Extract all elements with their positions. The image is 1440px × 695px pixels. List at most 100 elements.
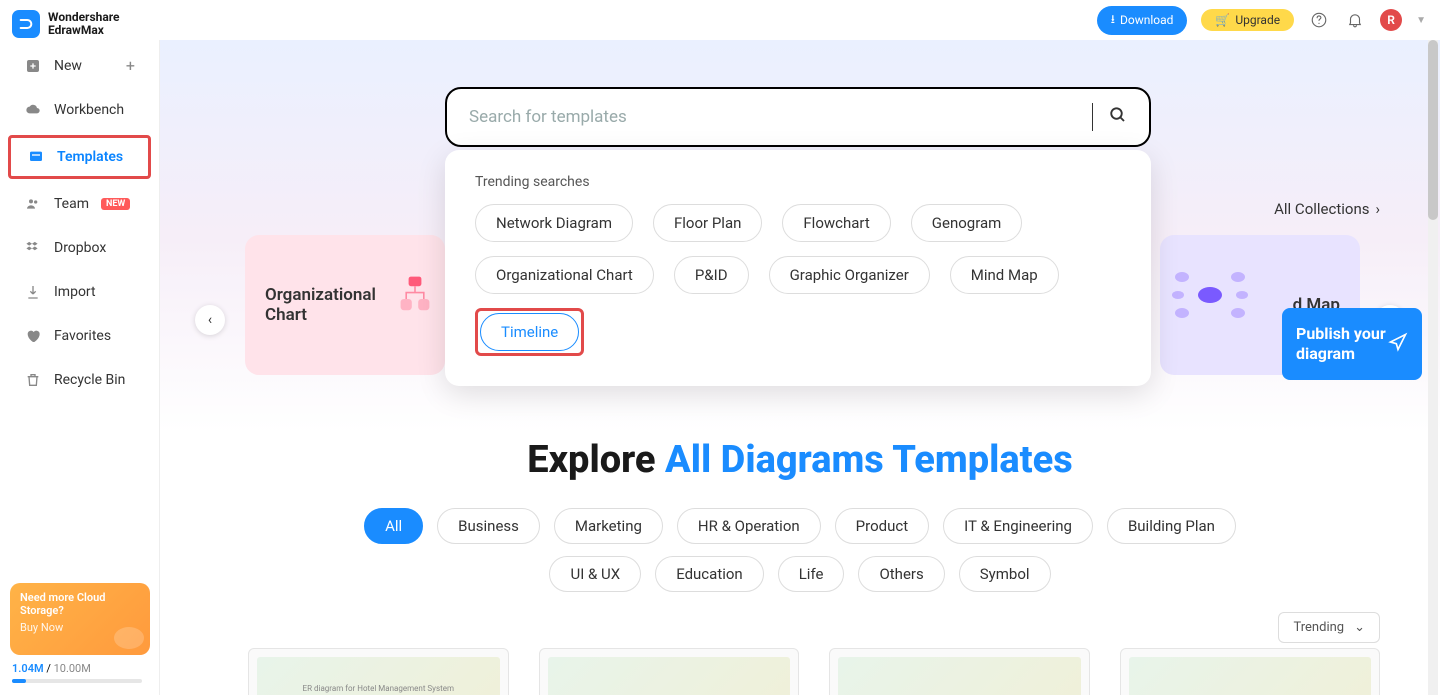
cat-product[interactable]: Product xyxy=(835,508,929,544)
category-chips: All Business Marketing HR & Operation Pr… xyxy=(160,508,1440,592)
trash-icon xyxy=(24,371,42,389)
vip-icon xyxy=(114,627,144,649)
plus-square-icon xyxy=(24,57,42,75)
chip-timeline[interactable]: Timeline xyxy=(480,313,579,351)
cat-building-plan[interactable]: Building Plan xyxy=(1107,508,1236,544)
promo-card[interactable]: Need more Cloud Storage? Buy Now xyxy=(10,583,150,655)
chip-graphic-organizer[interactable]: Graphic Organizer xyxy=(769,256,930,294)
sidebar-item-team[interactable]: Team NEW xyxy=(8,185,151,223)
sidebar-item-label: Recycle Bin xyxy=(54,372,125,388)
chip-pid[interactable]: P&ID xyxy=(674,256,749,294)
chevron-down-icon: ⌄ xyxy=(1354,620,1365,635)
template-caption: ER diagram for Hotel Management System xyxy=(257,657,500,695)
publish-button[interactable]: Publish your diagram xyxy=(1282,308,1422,380)
search-icon[interactable] xyxy=(1109,106,1127,128)
cat-ui-ux[interactable]: UI & UX xyxy=(549,556,641,592)
cat-all[interactable]: All xyxy=(364,508,423,544)
add-icon[interactable]: + xyxy=(126,56,135,75)
sidebar-item-label: Workbench xyxy=(54,102,124,118)
explore-title: Explore All Diagrams Templates xyxy=(160,438,1440,482)
cat-education[interactable]: Education xyxy=(655,556,764,592)
mind-map-icon xyxy=(1170,265,1250,325)
chip-organizational-chart[interactable]: Organizational Chart xyxy=(475,256,654,294)
sidebar-item-new[interactable]: New + xyxy=(8,46,151,85)
cat-symbol[interactable]: Symbol xyxy=(959,556,1051,592)
download-icon: ⭳ xyxy=(1111,10,1115,31)
sidebar-item-label: Dropbox xyxy=(54,240,106,256)
dropbox-icon xyxy=(24,239,42,257)
all-collections-link[interactable]: All Collections › xyxy=(1274,200,1380,218)
storage-bar xyxy=(12,679,142,683)
bell-icon[interactable] xyxy=(1344,9,1366,31)
template-caption xyxy=(548,657,791,695)
sidebar-item-recycle[interactable]: Recycle Bin xyxy=(8,361,151,399)
sidebar-item-dropbox[interactable]: Dropbox xyxy=(8,229,151,267)
template-card[interactable] xyxy=(829,648,1090,695)
cat-it-engineering[interactable]: IT & Engineering xyxy=(943,508,1093,544)
logo-icon xyxy=(12,10,40,38)
template-card[interactable] xyxy=(539,648,800,695)
download-button[interactable]: ⭳ Download xyxy=(1097,6,1188,35)
cat-others[interactable]: Others xyxy=(858,556,944,592)
avatar[interactable]: R xyxy=(1380,9,1402,31)
scrollbar[interactable] xyxy=(1428,40,1438,695)
carousel-prev-button[interactable]: ‹ xyxy=(195,305,225,335)
carousel-card-org-chart[interactable]: Organizational Chart xyxy=(245,235,445,375)
search-panel: Trending searches Network Diagram Floor … xyxy=(445,87,1151,386)
sidebar-item-import[interactable]: Import xyxy=(8,273,151,311)
cloud-icon xyxy=(24,101,42,119)
chip-floor-plan[interactable]: Floor Plan xyxy=(653,204,762,242)
promo-title: Need more Cloud Storage? xyxy=(20,591,140,617)
sidebar-item-label: Team xyxy=(54,196,89,212)
scrollbar-thumb[interactable] xyxy=(1428,40,1438,220)
template-caption xyxy=(1129,657,1372,695)
chip-timeline-highlight: Timeline xyxy=(475,308,584,356)
sidebar: New + Workbench Templates Team NEW Dropb… xyxy=(0,40,160,695)
publish-label: Publish your diagram xyxy=(1296,324,1388,364)
cat-marketing[interactable]: Marketing xyxy=(554,508,663,544)
team-icon xyxy=(24,195,42,213)
new-badge: NEW xyxy=(101,198,130,210)
upgrade-button[interactable]: 🛒 Upgrade xyxy=(1201,9,1294,31)
templates-icon xyxy=(27,148,45,166)
divider xyxy=(1092,103,1093,131)
download-label: Download xyxy=(1120,13,1173,27)
cat-hr-operation[interactable]: HR & Operation xyxy=(677,508,821,544)
sidebar-item-templates[interactable]: Templates xyxy=(8,135,151,179)
top-bar: ⭳ Download 🛒 Upgrade R ▼ xyxy=(0,0,1440,40)
org-chart-icon xyxy=(395,275,435,315)
trending-chips: Network Diagram Floor Plan Flowchart Gen… xyxy=(475,204,1121,356)
main-content: All Collections › Organizational Chart d… xyxy=(160,40,1440,695)
chip-network-diagram[interactable]: Network Diagram xyxy=(475,204,633,242)
brand-text: WondershareEdrawMax xyxy=(48,11,120,37)
avatar-caret-icon[interactable]: ▼ xyxy=(1416,15,1426,26)
chip-mind-map[interactable]: Mind Map xyxy=(950,256,1059,294)
sort-label: Trending xyxy=(1293,620,1344,635)
sidebar-item-workbench[interactable]: Workbench xyxy=(8,91,151,129)
storage-used: 1.04M xyxy=(12,662,44,675)
chip-genogram[interactable]: Genogram xyxy=(911,204,1023,242)
heart-icon xyxy=(24,327,42,345)
carousel-label: Organizational Chart xyxy=(265,285,385,325)
cat-business[interactable]: Business xyxy=(437,508,540,544)
search-input[interactable] xyxy=(469,107,1076,127)
search-box[interactable] xyxy=(445,87,1151,147)
storage-meter: 1.04M / 10.00M xyxy=(12,662,142,683)
cat-life[interactable]: Life xyxy=(778,556,845,592)
send-icon xyxy=(1388,332,1408,357)
storage-total: 10.00M xyxy=(54,662,91,675)
sidebar-item-favorites[interactable]: Favorites xyxy=(8,317,151,355)
upgrade-label: Upgrade xyxy=(1235,13,1280,27)
trending-label: Trending searches xyxy=(475,174,1121,190)
template-card[interactable]: ER diagram for Hotel Management System xyxy=(248,648,509,695)
chip-flowchart[interactable]: Flowchart xyxy=(782,204,890,242)
cart-icon: 🛒 xyxy=(1215,13,1230,27)
sort-select[interactable]: Trending ⌄ xyxy=(1278,612,1380,643)
chevron-right-icon: › xyxy=(1375,200,1380,218)
import-icon xyxy=(24,283,42,301)
help-icon[interactable] xyxy=(1308,9,1330,31)
template-row: ER diagram for Hotel Management System xyxy=(248,648,1380,695)
template-caption xyxy=(838,657,1081,695)
brand-logo[interactable]: WondershareEdrawMax xyxy=(12,10,120,38)
template-card[interactable] xyxy=(1120,648,1381,695)
